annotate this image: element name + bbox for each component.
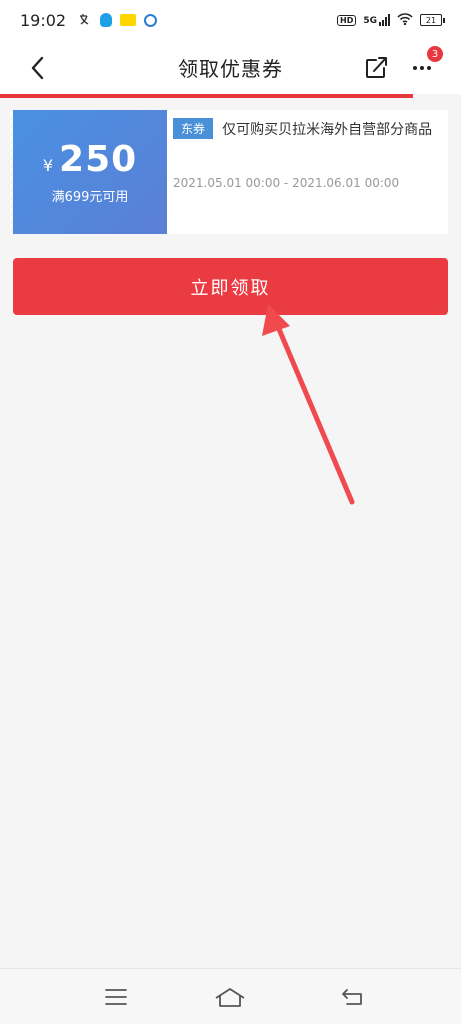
menu-button[interactable] [98, 983, 134, 1011]
page-title: 领取优惠券 [178, 56, 283, 81]
translate-icon [78, 13, 92, 27]
more-dots-icon [413, 66, 417, 70]
return-button[interactable] [334, 983, 370, 1011]
coupon-value-panel: ¥ 250 满699元可用 [10, 110, 167, 234]
page-header: 领取优惠券 [0, 40, 461, 94]
share-button[interactable] [362, 54, 390, 82]
home-icon [215, 988, 245, 1007]
coupon-condition: 满699元可用 [51, 190, 129, 205]
wifi-icon [397, 12, 413, 28]
status-system-icons: HD 5G 21 [337, 12, 445, 28]
menu-icon [105, 989, 127, 1005]
notification-badge: 3 [427, 46, 443, 62]
home-button[interactable] [212, 983, 248, 1011]
coupon-currency: ¥ [42, 156, 54, 175]
claim-coupon-button[interactable]: 立即领取 [13, 258, 448, 315]
back-arrow-icon [342, 989, 362, 1005]
status-notification-icons [78, 13, 158, 27]
loading-progress-bar [0, 94, 413, 98]
app-face-icon [144, 13, 158, 27]
coupon-amount: 250 [59, 139, 138, 180]
coupon-amount-row: ¥ 250 [43, 139, 137, 180]
coupon-validity: 2021.05.01 00:00 - 2021.06.01 00:00 [173, 176, 400, 190]
share-icon [366, 57, 387, 78]
system-nav-bar [0, 968, 461, 1024]
coupon-type-tag: 东券 [173, 118, 214, 139]
hd-icon: HD [337, 14, 357, 26]
qq-icon [100, 13, 113, 27]
coupon-card: ¥ 250 满699元可用 东券 仅可购买贝拉米海外自营部分商品 2021.05… [10, 110, 448, 234]
back-button[interactable] [24, 54, 52, 82]
signal-icon [379, 14, 390, 26]
battery-icon: 21 [420, 14, 445, 26]
chevron-left-icon [31, 56, 44, 80]
coupon-description: 仅可购买贝拉米海外自营部分商品 [222, 121, 433, 138]
network-type: 5G [363, 14, 390, 26]
status-bar: 19:02 HD 5G 21 [0, 0, 461, 40]
status-time: 19:02 [20, 10, 67, 30]
app-notification-icon [120, 14, 137, 26]
coupon-info-panel: 东券 仅可购买贝拉米海外自营部分商品 2021.05.01 00:00 - 20… [167, 110, 448, 234]
